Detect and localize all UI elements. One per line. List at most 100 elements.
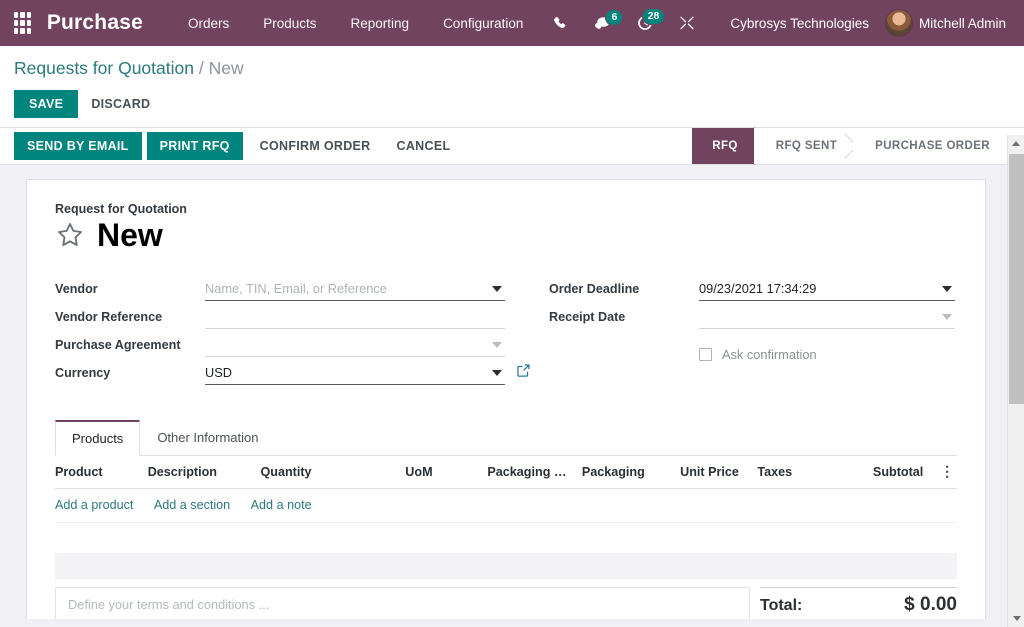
nav-menu-configuration[interactable]: Configuration <box>426 16 540 31</box>
cancel-button[interactable]: CANCEL <box>385 132 463 160</box>
scroll-up-arrow-icon[interactable] <box>1008 135 1024 152</box>
phone-icon[interactable] <box>540 16 581 31</box>
status-rfq[interactable]: RFQ <box>692 128 753 164</box>
breadcrumb: Requests for Quotation / New <box>14 58 1010 79</box>
messages-icon[interactable]: 6 <box>581 16 624 31</box>
order-lines-table: Product Description Quantity UoM Packagi… <box>55 456 957 523</box>
control-panel: Requests for Quotation / New SAVE DISCAR… <box>0 46 1024 127</box>
control-panel-buttons: SAVE DISCARD <box>14 90 1010 127</box>
add-a-note-link[interactable]: Add a note <box>251 498 312 512</box>
table-grey-band <box>55 553 957 579</box>
purchase-agreement-value <box>205 333 505 357</box>
scroll-thumb[interactable] <box>1009 154 1024 404</box>
total-row: Total: $ 0.00 <box>760 594 957 616</box>
breadcrumb-root[interactable]: Requests for Quotation <box>14 58 194 78</box>
receipt-date-value <box>699 305 955 329</box>
page-title: New <box>97 219 163 251</box>
debug-wrench-icon[interactable] <box>666 15 708 31</box>
column-options-icon[interactable]: ⋮ <box>937 456 957 489</box>
currency-value <box>205 361 505 385</box>
form-column-right: Order Deadline Receipt Date <box>505 277 955 389</box>
col-packaging-qty: Packaging … <box>487 456 581 489</box>
form-fields: Vendor Vendor Reference Purchase <box>55 277 957 389</box>
vendor-value <box>205 277 505 301</box>
add-line-cell: Add a product Add a section Add a note <box>55 489 957 523</box>
nav-menu-orders[interactable]: Orders <box>171 16 246 31</box>
add-line-row: Add a product Add a section Add a note <box>55 489 957 523</box>
tab-other-information[interactable]: Other Information <box>140 420 275 456</box>
action-bar: SEND BY EMAIL PRINT RFQ CONFIRM ORDER CA… <box>0 127 1024 165</box>
total-label: Total: <box>760 597 802 615</box>
purchase-agreement-label: Purchase Agreement <box>55 333 205 352</box>
vertical-scrollbar[interactable] <box>1007 135 1024 627</box>
order-deadline-value <box>699 277 955 301</box>
order-deadline-label: Order Deadline <box>549 277 699 296</box>
field-row-purchase-agreement: Purchase Agreement <box>55 333 505 361</box>
form-column-left: Vendor Vendor Reference Purchase <box>55 277 505 389</box>
scroll-down-arrow-icon[interactable] <box>1008 610 1024 627</box>
field-row-vendor: Vendor <box>55 277 505 305</box>
discard-button[interactable]: DISCARD <box>78 90 163 118</box>
field-row-order-deadline: Order Deadline <box>549 277 955 305</box>
field-row-receipt-date: Receipt Date <box>549 305 955 333</box>
notebook-tabs: Products Other Information <box>55 419 957 456</box>
save-button[interactable]: SAVE <box>14 90 78 118</box>
purchase-agreement-input[interactable] <box>205 333 505 357</box>
user-menu[interactable]: Mitchell Admin <box>885 9 1010 37</box>
avatar <box>885 9 913 37</box>
tab-products[interactable]: Products <box>55 420 140 456</box>
currency-label: Currency <box>55 361 205 380</box>
breadcrumb-current: New <box>209 58 244 78</box>
receipt-date-label: Receipt Date <box>549 305 699 324</box>
apps-grid-icon[interactable] <box>14 12 31 34</box>
send-by-email-button[interactable]: SEND BY EMAIL <box>14 132 142 160</box>
ask-confirmation-label: Ask confirmation <box>722 347 817 362</box>
confirm-order-button[interactable]: CONFIRM ORDER <box>248 132 383 160</box>
vendor-input[interactable] <box>205 277 505 301</box>
order-deadline-input[interactable] <box>699 277 955 301</box>
col-unit-price: Unit Price <box>680 456 757 489</box>
receipt-date-input[interactable] <box>699 305 955 329</box>
col-subtotal: Subtotal <box>873 456 937 489</box>
record-type-label: Request for Quotation <box>55 202 957 216</box>
totals-divider <box>760 587 957 588</box>
record-title-row: New <box>55 219 957 251</box>
external-link-icon[interactable] <box>516 363 531 383</box>
vendor-reference-value <box>205 305 505 329</box>
nav-menu-reporting[interactable]: Reporting <box>334 16 427 31</box>
field-row-vendor-reference: Vendor Reference <box>55 305 505 333</box>
field-row-currency: Currency <box>55 361 505 389</box>
form-content-area: Request for Quotation New Vendor <box>0 165 1024 619</box>
col-uom: UoM <box>405 456 487 489</box>
app-brand-purchase[interactable]: Purchase <box>47 11 143 35</box>
nav-menu-products[interactable]: Products <box>246 16 333 31</box>
company-switcher[interactable]: Cybrosys Technologies <box>708 16 885 31</box>
sheet-footer: Define your terms and conditions ... Tot… <box>55 579 957 619</box>
terms-and-conditions-field[interactable]: Define your terms and conditions ... <box>55 587 750 619</box>
col-quantity: Quantity <box>260 456 405 489</box>
add-a-section-link[interactable]: Add a section <box>154 498 230 512</box>
currency-input[interactable] <box>205 361 505 385</box>
status-purchase-order[interactable]: PURCHASE ORDER <box>853 128 1006 164</box>
ask-confirmation-checkbox[interactable] <box>699 348 712 361</box>
vendor-label: Vendor <box>55 277 205 296</box>
status-rfq-sent[interactable]: RFQ SENT <box>754 128 853 164</box>
add-a-product-link[interactable]: Add a product <box>55 498 133 512</box>
activities-clock-icon[interactable]: 28 <box>624 15 666 31</box>
action-buttons: SEND BY EMAIL PRINT RFQ CONFIRM ORDER CA… <box>0 128 462 164</box>
print-rfq-button[interactable]: PRINT RFQ <box>147 132 243 160</box>
activities-badge-count: 28 <box>642 8 666 25</box>
col-product: Product <box>55 456 148 489</box>
top-navbar: Purchase Orders Products Reporting Confi… <box>0 0 1024 46</box>
notebook: Products Other Information Product Descr… <box>55 419 957 579</box>
vendor-reference-input[interactable] <box>205 305 505 329</box>
star-outline-icon[interactable] <box>55 220 85 250</box>
totals-block: Total: $ 0.00 <box>750 587 957 619</box>
messages-badge-count: 6 <box>605 9 623 26</box>
col-packaging: Packaging <box>582 456 680 489</box>
ask-confirmation-row: Ask confirmation <box>549 347 955 362</box>
total-value: $ 0.00 <box>904 594 957 616</box>
user-name: Mitchell Admin <box>919 16 1006 31</box>
odoo-purchase-app: Purchase Orders Products Reporting Confi… <box>0 0 1024 627</box>
breadcrumb-separator: / <box>199 58 204 78</box>
